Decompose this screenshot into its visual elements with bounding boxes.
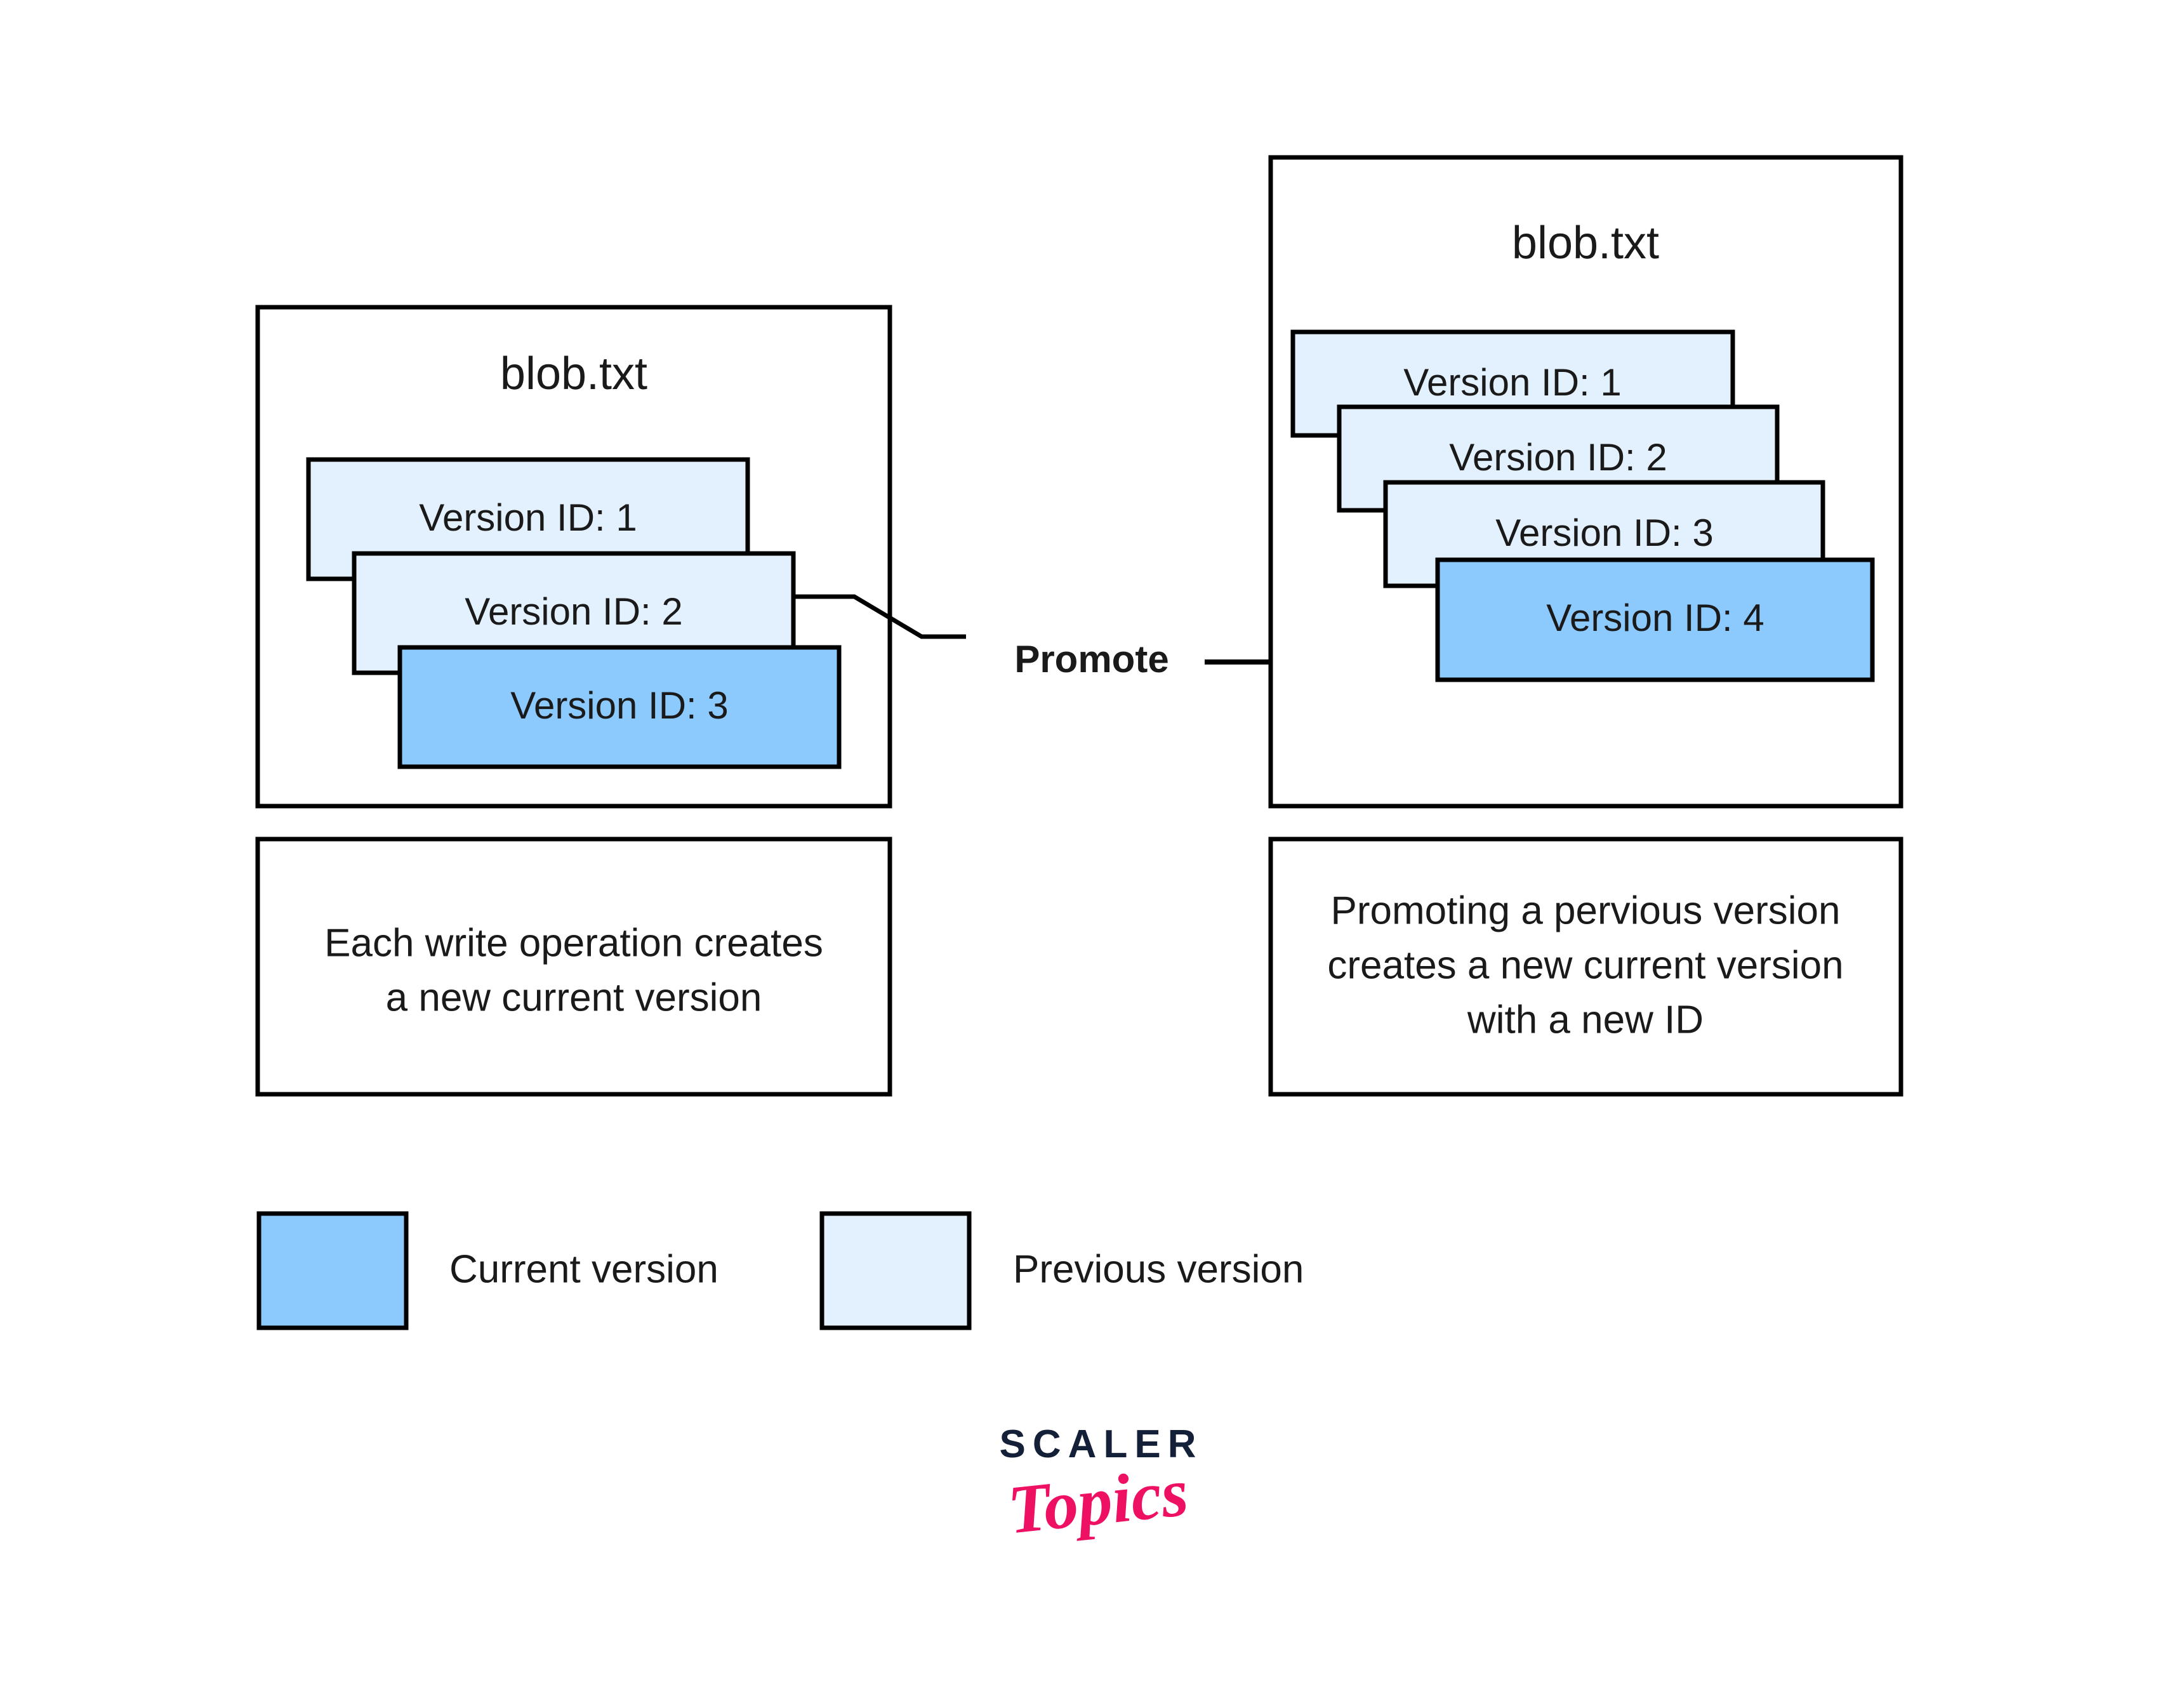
write-panel: blob.txt Version ID: 1 Version ID: 2 Ver…: [255, 305, 892, 809]
promote-version-label-4: Version ID: 4: [1546, 597, 1764, 639]
write-version-label-3: Version ID: 3: [510, 684, 729, 727]
write-version-label-1: Version ID: 1: [419, 496, 637, 539]
legend: Current version Previous version: [256, 1211, 1304, 1330]
legend-label-current: Current version: [449, 1247, 718, 1291]
write-version-label-2: Version ID: 2: [465, 590, 683, 633]
legend-label-previous: Previous version: [1013, 1247, 1304, 1291]
promote-version-label-2: Version ID: 2: [1449, 436, 1667, 479]
promote-caption-line-2: creates a new current version: [1327, 943, 1843, 987]
write-caption-border: [255, 837, 892, 1097]
promote-caption: Promoting a pervious version creates a n…: [1268, 837, 1903, 1097]
logo-secondary-text: Topics: [1004, 1454, 1192, 1549]
write-panel-file-name: blob.txt: [500, 348, 647, 399]
legend-swatch-current: [256, 1211, 409, 1330]
promote-version-label-3: Version ID: 3: [1495, 512, 1714, 554]
diagram-canvas: blob.txt Version ID: 1 Version ID: 2 Ver…: [0, 0, 2158, 1708]
promote-label: Promote: [1014, 638, 1168, 680]
write-caption-line-2: a new current version: [386, 976, 762, 1019]
promote-version-label-1: Version ID: 1: [1403, 361, 1622, 404]
promote-panel-file-name: blob.txt: [1512, 218, 1659, 268]
write-caption-line-1: Each write operation creates: [324, 921, 823, 965]
promote-caption-line-1: Promoting a pervious version: [1331, 889, 1841, 932]
scaler-topics-logo: SCALER Topics: [965, 1425, 1231, 1571]
write-caption: Each write operation creates a new curre…: [255, 837, 892, 1097]
legend-swatch-previous: [819, 1211, 972, 1330]
promote-panel: blob.txt Version ID: 1 Version ID: 2 Ver…: [1268, 155, 1903, 809]
promote-caption-line-3: with a new ID: [1467, 998, 1704, 1042]
